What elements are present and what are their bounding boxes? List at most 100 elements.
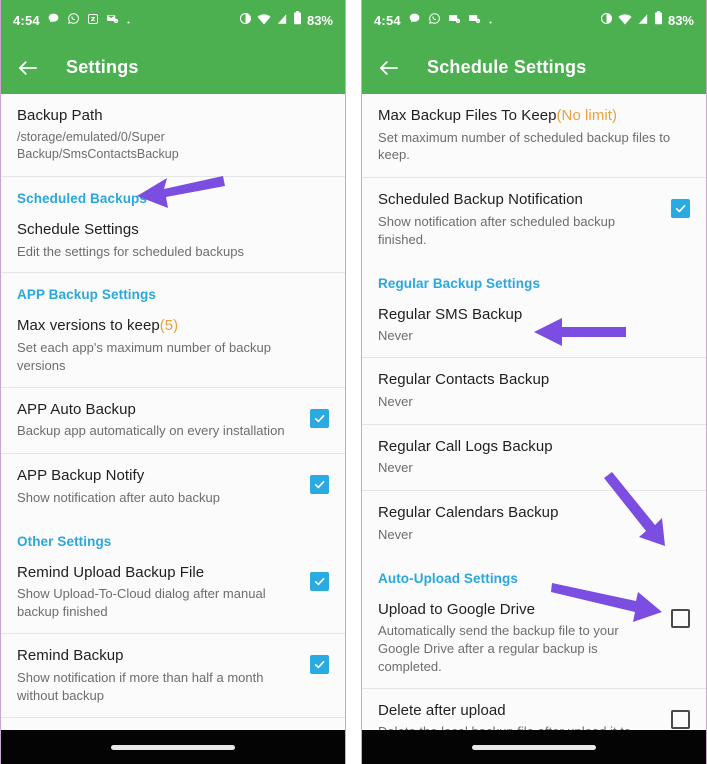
list-item-regular-contacts-backup[interactable]: Regular Contacts Backup Never xyxy=(362,358,706,423)
row-text: Schedule Settings Edit the settings for … xyxy=(17,220,329,260)
page-title: Schedule Settings xyxy=(427,57,587,77)
row-title: APP Auto Backup xyxy=(17,400,136,418)
more-dot-icon xyxy=(488,12,493,30)
checkbox-app-backup-notify[interactable] xyxy=(310,475,329,495)
row-text: Backup Path /storage/emulated/0/Super Ba… xyxy=(17,106,329,163)
status-bar-clock: 4:54 xyxy=(13,13,40,28)
row-subtitle: Show notification if more than half a mo… xyxy=(17,669,264,703)
home-gesture-pill[interactable] xyxy=(472,744,596,750)
list-item-regular-calendars-backup[interactable]: Regular Calendars Backup Never xyxy=(362,491,706,556)
settings-group: APP Backup Settings Max versions to keep… xyxy=(1,273,345,388)
row-subtitle: Never xyxy=(378,328,413,344)
home-gesture-pill[interactable] xyxy=(111,744,235,750)
cellular-signal-icon xyxy=(637,12,649,30)
row-title: Scheduled Backup Notification xyxy=(378,191,583,209)
settings-group: Scheduled Backup Notification Show notif… xyxy=(362,178,706,359)
row-subtitle: Backup app automatically on every instal… xyxy=(17,423,285,439)
row-text: Remind Backup Show notification if more … xyxy=(17,646,310,704)
settings-group: Remind Backup Show notification if more … xyxy=(1,634,345,719)
row-subtitle: Show notification after scheduled backup… xyxy=(378,213,616,247)
row-subtitle: Set maximum number of scheduled backup f… xyxy=(378,129,671,163)
status-bar-left-group: 4:54 xyxy=(13,12,239,30)
chat-bubble-icon xyxy=(408,12,421,30)
section-header-other-settings: Other Settings xyxy=(17,533,112,549)
row-title: Delete after upload xyxy=(378,701,506,719)
list-item-remind-upload-backup-file[interactable]: Remind Upload Backup File Show Upload-To… xyxy=(1,553,345,633)
row-title: Max versions to keep(5) xyxy=(17,316,319,336)
status-bar-clock: 4:54 xyxy=(374,13,401,28)
list-item-schedule-settings[interactable]: Schedule Settings Edit the settings for … xyxy=(1,210,345,272)
left-settings-list[interactable]: Backup Path /storage/emulated/0/Super Ba… xyxy=(1,94,345,764)
back-arrow-icon[interactable] xyxy=(15,55,41,81)
list-item-backup-path[interactable]: Backup Path /storage/emulated/0/Super Ba… xyxy=(1,94,345,176)
row-subtitle: /storage/emulated/0/Super Backup/SmsCont… xyxy=(17,129,179,161)
list-item-scheduled-backup-notification[interactable]: Scheduled Backup Notification Show notif… xyxy=(362,178,706,261)
row-title: Backup Path xyxy=(17,107,103,124)
row-subtitle: Show notification after auto backup xyxy=(17,489,221,505)
row-subtitle: Never xyxy=(378,393,413,409)
status-bar-left-group: 4:54 xyxy=(374,12,600,30)
status-bar-right-group: 83% xyxy=(239,11,333,30)
row-subtitle: Automatically send the backup file to yo… xyxy=(378,623,619,674)
settings-group: Regular Contacts Backup Never xyxy=(362,358,706,425)
checkbox-remind-upload-backup-file[interactable] xyxy=(310,571,329,591)
row-title: APP Backup Notify xyxy=(17,467,145,485)
whatsapp-icon xyxy=(67,12,80,30)
list-item-regular-sms-backup[interactable]: Regular SMS Backup Never xyxy=(362,295,706,357)
battery-icon xyxy=(293,11,302,30)
list-item-max-versions-to-keep[interactable]: Max versions to keep(5) Set each app's m… xyxy=(1,306,345,386)
row-title-text: Max versions to keep xyxy=(17,317,160,335)
row-text: Regular Contacts Backup Never xyxy=(378,370,690,410)
row-title: Remind Backup xyxy=(17,647,124,665)
page-title: Settings xyxy=(66,57,139,77)
mail-notification-icon xyxy=(106,12,119,30)
section-header-auto-upload-settings: Auto-Upload Settings xyxy=(378,570,518,586)
row-subtitle: Never xyxy=(378,526,413,542)
list-item-app-backup-notify[interactable]: APP Backup Notify Show notification afte… xyxy=(1,454,345,519)
checkbox-delete-after-upload[interactable] xyxy=(671,709,690,729)
row-title: Regular Calendars Backup xyxy=(378,504,559,522)
settings-group: Scheduled Backups Schedule Settings Edit… xyxy=(1,177,345,274)
settings-group: Max Backup Files To Keep(No limit) Set m… xyxy=(362,94,706,179)
row-text: Remind Upload Backup File Show Upload-To… xyxy=(17,563,310,621)
row-title: Regular Call Logs Backup xyxy=(378,437,553,455)
row-title: Upload to Google Drive xyxy=(378,600,536,618)
list-item-regular-call-logs-backup[interactable]: Regular Call Logs Backup Never xyxy=(362,425,706,490)
battery-percentage: 83% xyxy=(306,13,333,28)
row-subtitle: Show Upload-To-Cloud dialog after manual… xyxy=(17,586,266,620)
left-phone-screen: 4:54 83% Settings Backup Path /storage/e… xyxy=(0,0,346,764)
settings-group: APP Auto Backup Backup app automatically… xyxy=(1,387,345,455)
checkbox-scheduled-backup-notification[interactable] xyxy=(671,199,690,219)
row-title: Schedule Settings xyxy=(17,221,139,238)
section-header-regular-backup-settings: Regular Backup Settings xyxy=(378,275,541,291)
list-item-remind-backup[interactable]: Remind Backup Show notification if more … xyxy=(1,634,345,717)
back-arrow-icon[interactable] xyxy=(376,55,402,81)
app-notification-icon xyxy=(87,12,99,30)
left-status-bar: 4:54 83% xyxy=(1,0,345,41)
settings-group: Regular Calendars Backup Never Auto-Uplo… xyxy=(362,491,706,689)
wifi-icon xyxy=(618,12,632,30)
left-navigation-bar xyxy=(1,730,345,764)
checkbox-remind-backup[interactable] xyxy=(310,655,329,675)
left-app-bar: Settings xyxy=(1,41,345,94)
status-bar-right-group: 83% xyxy=(600,11,694,30)
right-settings-list[interactable]: Max Backup Files To Keep(No limit) Set m… xyxy=(362,94,706,764)
row-subtitle: Never xyxy=(378,460,413,476)
row-text: Scheduled Backup Notification Show notif… xyxy=(378,190,671,248)
list-item-max-backup-files-to-keep[interactable]: Max Backup Files To Keep(No limit) Set m… xyxy=(362,94,706,177)
row-title: Regular Contacts Backup xyxy=(378,371,550,389)
checkbox-upload-to-google-drive[interactable] xyxy=(671,608,690,628)
right-navigation-bar xyxy=(362,730,706,764)
right-status-bar: 4:54 83% xyxy=(362,0,706,41)
list-item-app-auto-backup[interactable]: APP Auto Backup Backup app automatically… xyxy=(1,388,345,453)
row-title-text: Max Backup Files To Keep xyxy=(378,107,557,124)
battery-icon xyxy=(654,11,663,30)
section-header-app-backup-settings: APP Backup Settings xyxy=(17,287,156,303)
chat-bubble-icon xyxy=(47,12,60,30)
mail-notification-icon xyxy=(468,12,481,30)
list-item-upload-to-google-drive[interactable]: Upload to Google Drive Automatically sen… xyxy=(362,590,706,688)
whatsapp-icon xyxy=(428,12,441,30)
checkbox-app-auto-backup[interactable] xyxy=(310,408,329,428)
row-text: Upload to Google Drive Automatically sen… xyxy=(378,600,671,676)
cellular-signal-icon xyxy=(276,12,288,30)
